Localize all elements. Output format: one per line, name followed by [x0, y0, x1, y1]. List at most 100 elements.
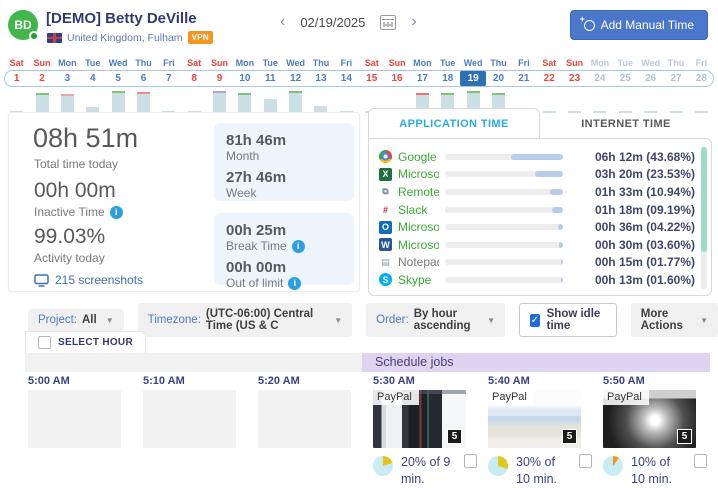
day-name: Mon [58, 57, 77, 70]
day-number[interactable]: 5 [105, 70, 130, 87]
app-name: Remote Deskto... [398, 185, 439, 199]
activity-caption: 30% of 10 min. [516, 454, 569, 488]
day-number[interactable]: 14 [334, 70, 359, 87]
calendar-day[interactable]: Thu 6 [131, 57, 156, 113]
calendar-day[interactable]: Mon 3 [55, 57, 80, 113]
day-number[interactable]: 28 [689, 70, 714, 87]
calendar-day[interactable]: Mon 24 [587, 57, 612, 113]
day-number[interactable]: 1 [4, 70, 29, 87]
day-name: Wed [464, 57, 483, 70]
slot-checkbox[interactable] [464, 454, 477, 468]
prev-day-button[interactable]: ‹ [280, 13, 285, 31]
calendar-day[interactable]: Fri 21 [511, 57, 536, 113]
calendar-day[interactable]: Sat 8 [182, 57, 207, 113]
calendar-day[interactable]: Sun 16 [384, 57, 409, 113]
checkbox-empty-icon[interactable] [38, 336, 51, 349]
tab-application-time[interactable]: APPLICATION TIME [368, 108, 540, 139]
info-icon[interactable]: i [292, 240, 305, 253]
timezone-filter-dropdown[interactable]: Timezone: (UTC-06:00) Central Time (US &… [138, 303, 352, 337]
calendar-day[interactable]: Sun 9 [207, 57, 232, 113]
day-name: Tue [263, 57, 278, 70]
day-number[interactable]: 20 [486, 70, 511, 87]
day-activity-bar-area [80, 87, 105, 113]
calendar-day[interactable]: Thu 13 [308, 57, 333, 113]
order-filter-dropdown[interactable]: Order: By hour ascending ▼ [366, 303, 505, 337]
day-number[interactable]: 22 [537, 70, 562, 87]
next-day-button[interactable]: › [411, 13, 416, 31]
calendar-day[interactable]: Wed 5 [105, 57, 130, 113]
calendar-day[interactable]: Wed 12 [283, 57, 308, 113]
tab-internet-time[interactable]: INTERNET TIME [540, 109, 712, 139]
calendar-day[interactable]: Sun 23 [562, 57, 587, 113]
calendar-day[interactable]: Fri 7 [156, 57, 181, 113]
screenshots-link[interactable]: 215 screenshots [34, 273, 143, 287]
calendar-day[interactable]: Fri 14 [334, 57, 359, 113]
day-number[interactable]: 11 [258, 70, 283, 87]
info-icon[interactable]: i [288, 277, 301, 290]
day-number[interactable]: 13 [308, 70, 333, 87]
day-number[interactable]: 3 [55, 70, 80, 87]
app-usage-fill [559, 242, 563, 248]
calendar-day[interactable]: Tue 18 [435, 57, 460, 113]
day-number[interactable]: 7 [156, 70, 181, 87]
day-number[interactable]: 8 [182, 70, 207, 87]
calendar-day[interactable]: Wed 19 [460, 57, 485, 113]
calendar-day[interactable]: Mon 10 [232, 57, 257, 113]
scrollbar-track[interactable] [701, 147, 707, 289]
slot-checkbox[interactable] [579, 454, 592, 468]
slot-checkbox[interactable] [694, 454, 707, 468]
screenshot-thumbnail[interactable]: PayPal 5 [603, 390, 696, 448]
calendar-day[interactable]: Sat 22 [537, 57, 562, 113]
day-number[interactable]: 15 [359, 70, 384, 87]
calendar-day[interactable]: Wed 26 [638, 57, 663, 113]
day-number[interactable]: 4 [80, 70, 105, 87]
day-activity-bar-area [182, 87, 207, 113]
app-icon: X [379, 168, 392, 181]
calendar-icon[interactable] [380, 15, 396, 30]
day-number[interactable]: 17 [410, 70, 435, 87]
day-number[interactable]: 25 [613, 70, 638, 87]
day-activity-bar [112, 91, 125, 113]
calendar-day[interactable]: Thu 27 [663, 57, 688, 113]
scrollbar-thumb[interactable] [701, 147, 707, 252]
activity-pie-icon [488, 456, 508, 476]
day-number[interactable]: 18 [435, 70, 460, 87]
screenshot-thumbnail[interactable]: PayPal 5 [488, 390, 581, 448]
day-number[interactable]: 23 [562, 70, 587, 87]
calendar-day[interactable]: Thu 20 [486, 57, 511, 113]
calendar-day[interactable]: Tue 11 [258, 57, 283, 113]
day-number[interactable]: 21 [511, 70, 536, 87]
calendar-day[interactable]: Mon 17 [410, 57, 435, 113]
day-number[interactable]: 12 [283, 70, 308, 87]
checkbox-checked-icon[interactable]: ✓ [530, 314, 540, 327]
add-manual-time-button[interactable]: Add Manual Time [570, 10, 708, 40]
month-value: 81h 46m [226, 132, 342, 149]
screenshot-thumbnail[interactable]: PayPal 5 [373, 390, 466, 448]
calendar-day[interactable]: Fri 28 [689, 57, 714, 113]
day-number[interactable]: 2 [29, 70, 54, 87]
calendar-day[interactable]: Sat 1 [4, 57, 29, 113]
project-filter-dropdown[interactable]: Project: All ▼ [28, 309, 124, 331]
day-number[interactable]: 24 [587, 70, 612, 87]
day-number[interactable]: 6 [131, 70, 156, 87]
info-icon[interactable]: i [110, 206, 123, 219]
day-number[interactable]: 10 [232, 70, 257, 87]
current-date[interactable]: 02/19/2025 [300, 15, 365, 30]
day-number[interactable]: 19 [460, 70, 485, 87]
calendar-day[interactable]: Sat 15 [359, 57, 384, 113]
slot-activity-row: 10% of 10 min. [603, 454, 707, 488]
calendar-day[interactable]: Tue 4 [80, 57, 105, 113]
screenshot-app-title: PayPal [603, 390, 649, 405]
calendar-day[interactable]: Tue 25 [613, 57, 638, 113]
more-actions-dropdown[interactable]: More Actions ▼ [631, 303, 718, 337]
day-number[interactable]: 27 [663, 70, 688, 87]
day-activity-bar-area [55, 87, 80, 113]
day-number[interactable]: 9 [207, 70, 232, 87]
calendar-day[interactable]: Sun 2 [29, 57, 54, 113]
select-hour-toggle[interactable]: SELECT HOUR [25, 331, 146, 353]
app-usage-track [445, 171, 563, 177]
day-number[interactable]: 16 [384, 70, 409, 87]
day-activity-bar [264, 99, 277, 113]
day-number[interactable]: 26 [638, 70, 663, 87]
show-idle-time-toggle[interactable]: ✓ Show idle time [519, 303, 617, 337]
